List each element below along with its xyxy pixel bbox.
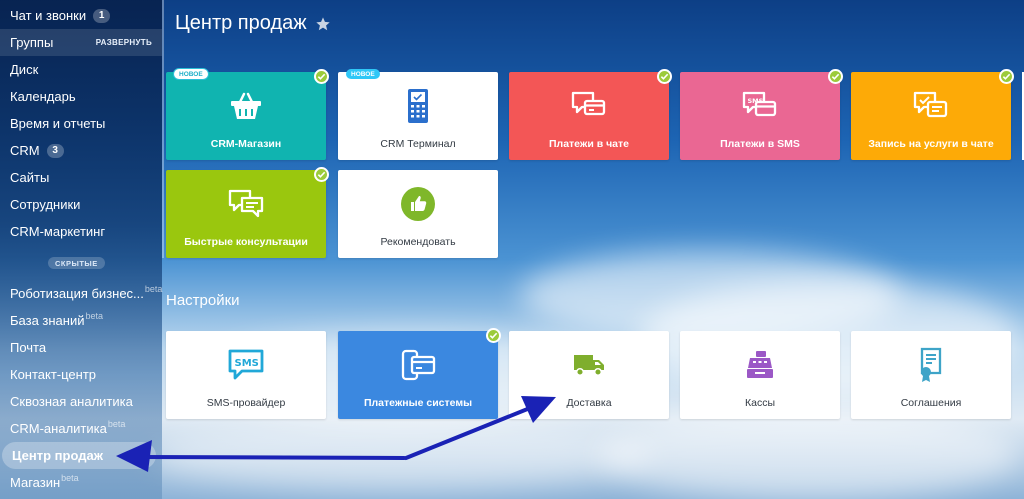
check-icon [486, 328, 501, 343]
sidebar-item-label: Сотрудники [10, 197, 81, 212]
sidebar-item-label: Роботизация бизнес... [10, 286, 144, 301]
sidebar-item-time-reports[interactable]: Время и отчеты [0, 110, 162, 137]
page-title: Центр продаж [175, 12, 331, 35]
sidebar-item-crm-marketing[interactable]: CRM-маркетинг [0, 218, 162, 245]
sidebar-item-crm-analytics[interactable]: CRM-аналитика beta [0, 415, 162, 442]
sidebar-item-label: База знаний [10, 313, 85, 328]
sidebar-item-knowledge-base[interactable]: База знаний beta [0, 307, 162, 334]
tile-label: Быстрые консультации [184, 236, 308, 248]
check-icon [314, 69, 329, 84]
tile-agreements[interactable]: Соглашения [851, 331, 1011, 419]
sidebar-item-label: Время и отчеты [10, 116, 106, 131]
sidebar-item-label: Магазин [10, 475, 61, 490]
certificate-icon [911, 345, 951, 385]
sidebar-item-sales-center[interactable]: Центр продаж [2, 442, 156, 469]
chat-bubbles-icon [226, 184, 266, 224]
beta-tag: beta [61, 472, 79, 483]
hidden-section-label[interactable]: СКРЫТЫЕ [48, 257, 105, 269]
tile-label: Платежные системы [363, 397, 473, 409]
new-badge: НОВОЕ [174, 69, 208, 79]
chat-booking-icon [911, 86, 951, 126]
tile-label: SMS-провайдер [206, 397, 286, 409]
basket-icon [226, 86, 266, 126]
chat-payment-icon [569, 86, 609, 126]
tile-label: Соглашения [900, 397, 962, 409]
sidebar-item-groups[interactable]: Группы РАЗВЕРНУТЬ [0, 29, 162, 56]
sidebar-item-calendar[interactable]: Календарь [0, 83, 162, 110]
sidebar-item-robotization[interactable]: Роботизация бизнес... beta [0, 280, 162, 307]
sidebar-item-label: Календарь [10, 89, 76, 104]
beta-tag: beta [144, 283, 163, 294]
sms-text-glyph: SMS [235, 358, 259, 369]
beta-tag: beta [85, 310, 104, 321]
tile-sms-provider[interactable]: SMS SMS-провайдер [166, 331, 326, 419]
sms-payment-icon: SMS [740, 86, 780, 126]
sidebar-item-end-to-end-analytics[interactable]: Сквозная аналитика [0, 388, 162, 415]
tile-label: CRM Терминал [380, 138, 456, 150]
counter-badge: 1 [93, 8, 111, 23]
sidebar-item-label: Сайты [10, 170, 50, 185]
sidebar: Чат и звонки 1 Группы РАЗВЕРНУТЬ Диск Ка… [0, 0, 162, 499]
counter-badge: 3 [46, 143, 64, 158]
sidebar-item-shop[interactable]: Магазин beta [0, 469, 162, 496]
sidebar-item-label: CRM-маркетинг [10, 224, 106, 239]
tile-label: Платежи в чате [548, 138, 629, 150]
tile-label: Рекомендовать [380, 236, 456, 248]
sidebar-divider [162, 0, 164, 258]
thumbs-up-icon [398, 184, 438, 224]
sidebar-item-mail[interactable]: Почта [0, 334, 162, 361]
tile-sms-payments[interactable]: SMS Платежи в SMS [680, 69, 843, 160]
check-icon [999, 69, 1014, 84]
sidebar-item-chat[interactable]: Чат и звонки 1 [0, 2, 162, 29]
sidebar-item-employees[interactable]: Сотрудники [0, 191, 162, 218]
tile-label: Доставка [566, 397, 612, 409]
tile-payment-systems[interactable]: Платежные системы [338, 328, 501, 419]
star-icon[interactable] [315, 16, 331, 32]
cash-register-icon [740, 345, 780, 385]
page-title-text: Центр продаж [175, 12, 307, 34]
sidebar-item-disk[interactable]: Диск [0, 56, 162, 83]
expand-groups-link[interactable]: РАЗВЕРНУТЬ [96, 38, 152, 47]
tile-delivery[interactable]: Доставка [509, 331, 669, 419]
sidebar-item-label: Сквозная аналитика [10, 394, 133, 409]
tile-crm-terminal[interactable]: НОВОЕ CRM Терминал [338, 69, 498, 160]
check-icon [314, 167, 329, 182]
sidebar-item-label: CRM [10, 143, 40, 158]
tile-quick-consultations[interactable]: Быстрые консультации [166, 167, 329, 258]
tile-chat-payments[interactable]: Платежи в чате [509, 69, 672, 160]
payment-systems-icon [398, 345, 438, 385]
sidebar-item-label: Центр продаж [12, 448, 103, 463]
sidebar-item-label: CRM-аналитика [10, 421, 107, 436]
tile-label: CRM-Магазин [210, 138, 282, 150]
tile-label: Кассы [744, 397, 775, 409]
pos-terminal-icon [398, 86, 438, 126]
sidebar-item-contact-center[interactable]: Контакт-центр [0, 361, 162, 388]
sidebar-item-label: Почта [10, 340, 47, 355]
tile-recommend[interactable]: Рекомендовать [338, 170, 498, 258]
beta-tag: beta [107, 418, 126, 429]
truck-icon [569, 345, 609, 385]
sidebar-item-label: Диск [10, 62, 39, 77]
sidebar-item-label: Контакт-центр [10, 367, 97, 382]
settings-section-title: Настройки [166, 292, 240, 309]
tile-label: Запись на услуги в чате [868, 138, 994, 150]
tile-cash-registers[interactable]: Кассы [680, 331, 840, 419]
sidebar-item-crm[interactable]: CRM 3 [0, 137, 162, 164]
sidebar-item-label: Чат и звонки [10, 8, 87, 23]
sidebar-item-label: Группы [10, 35, 54, 50]
new-badge: НОВОЕ [346, 69, 380, 79]
tile-chat-booking[interactable]: Запись на услуги в чате [851, 69, 1014, 160]
check-icon [828, 69, 843, 84]
tile-label: Платежи в SMS [720, 138, 800, 150]
sms-icon: SMS [226, 345, 266, 385]
check-icon [657, 69, 672, 84]
sidebar-item-sites[interactable]: Сайты [0, 164, 162, 191]
tile-crm-shop[interactable]: НОВОЕ CRM-Магазин [166, 69, 329, 160]
